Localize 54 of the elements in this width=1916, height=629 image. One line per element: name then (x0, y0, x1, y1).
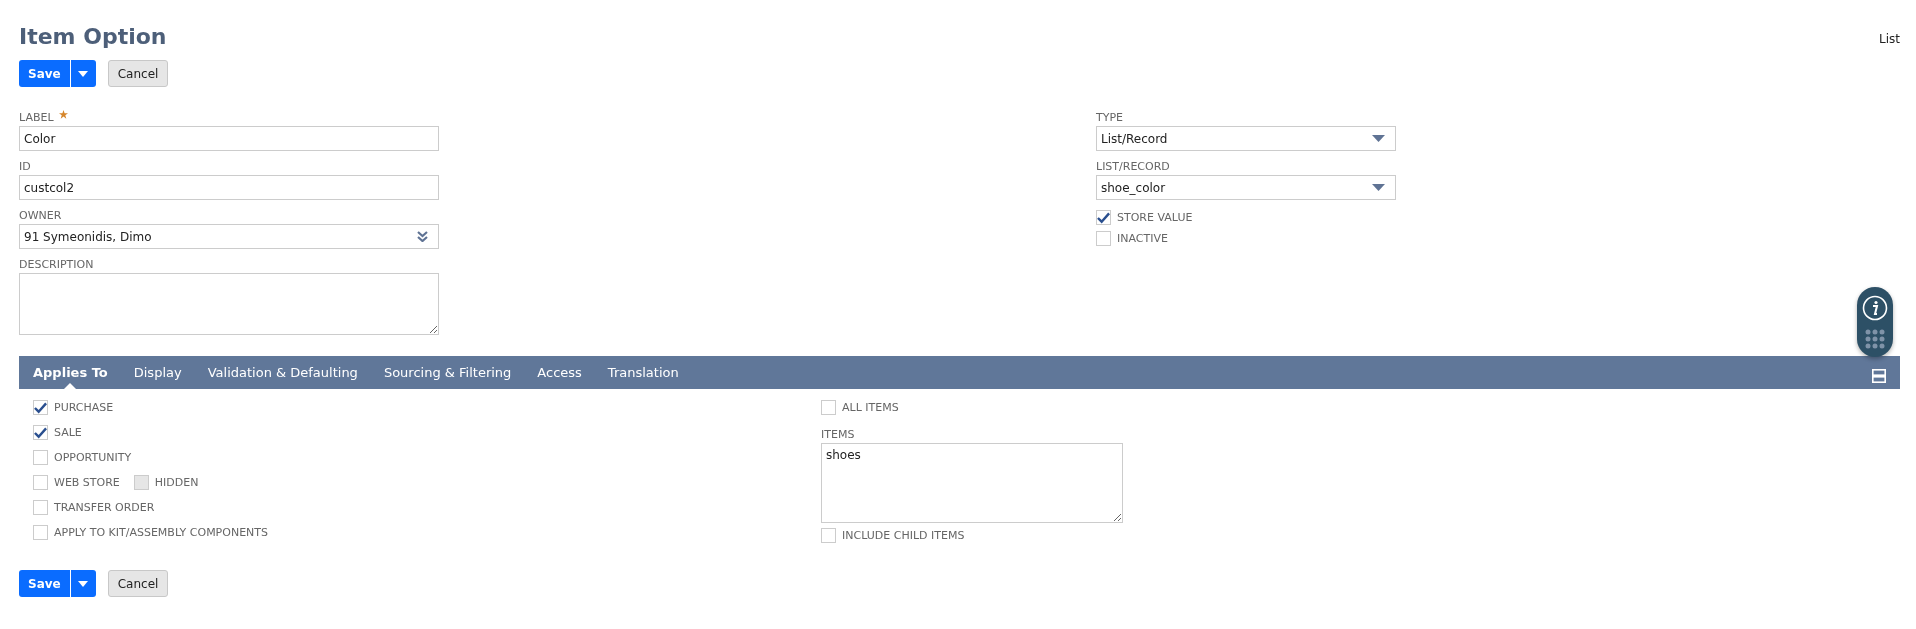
checkbox-label: ALL ITEMS (842, 401, 899, 414)
page-title: Item Option (19, 24, 167, 50)
cancel-button[interactable]: Cancel (107, 570, 169, 597)
text-field[interactable]: Color (19, 126, 439, 151)
checkbox-label: STORE VALUE (1117, 211, 1193, 224)
checkbox-label: HIDDEN (154, 476, 199, 489)
field-label: LABEL (19, 110, 54, 126)
checkbox-label: INCLUDE CHILD ITEMS (842, 529, 965, 542)
layout-icon[interactable] (1872, 369, 1886, 383)
description-field[interactable] (19, 273, 439, 335)
checkbox[interactable] (33, 475, 48, 490)
help-widget[interactable] (1857, 287, 1893, 357)
tab[interactable]: Translation (607, 356, 679, 389)
checkbox-label: SALE (54, 426, 82, 439)
checkbox[interactable] (33, 425, 48, 440)
cancel-button[interactable]: Cancel (107, 60, 169, 87)
checkbox-label: PURCHASE (54, 401, 114, 414)
dropdown-arrow-icon[interactable] (1372, 184, 1385, 191)
field-label: LIST/RECORD (1096, 159, 1170, 175)
caret-icon (78, 580, 89, 587)
text-field[interactable]: custcol2 (19, 175, 439, 200)
field-label: OWNER (19, 208, 62, 224)
checkbox-label: WEB STORE (54, 476, 120, 489)
tab[interactable]: Display (133, 356, 182, 389)
checkbox-label: INACTIVE (1117, 232, 1168, 245)
dropdown-field[interactable]: List/Record (1096, 126, 1396, 151)
list-link[interactable]: List (1879, 32, 1900, 46)
field-label: DESCRIPTION (19, 257, 94, 273)
checkbox[interactable] (33, 400, 48, 415)
owner-select[interactable]: 91 Symeonidis, Dimo (19, 224, 439, 249)
tab[interactable]: Access (537, 356, 582, 389)
checkbox[interactable] (821, 528, 836, 543)
caret-icon (78, 70, 89, 77)
checkbox-label: TRANSFER ORDER (54, 501, 155, 514)
checkbox[interactable] (33, 450, 48, 465)
checkbox[interactable] (821, 400, 836, 415)
field-label: TYPE (1096, 110, 1124, 126)
checkbox-label: APPLY TO KIT/ASSEMBLY COMPONENTS (54, 526, 269, 539)
items-field[interactable]: shoes (821, 443, 1123, 523)
field-label: ITEMS (821, 427, 855, 443)
dropdown-arrow-icon[interactable] (1372, 135, 1385, 142)
checkbox[interactable] (33, 525, 48, 540)
checkbox[interactable] (1096, 231, 1111, 246)
tab[interactable]: Validation & Defaulting (207, 356, 358, 389)
dropdown-field[interactable]: shoe_color (1096, 175, 1396, 200)
checkbox[interactable] (33, 500, 48, 515)
double-chevron-icon[interactable] (417, 231, 428, 242)
field-label: ID (19, 159, 31, 175)
checkbox[interactable] (1096, 210, 1111, 225)
checkbox-label: OPPORTUNITY (54, 451, 132, 464)
tab[interactable]: Sourcing & Filtering (383, 356, 512, 389)
grid-icon[interactable] (1864, 327, 1886, 350)
info-icon[interactable] (1862, 294, 1888, 321)
tab[interactable]: Applies To (33, 356, 108, 389)
